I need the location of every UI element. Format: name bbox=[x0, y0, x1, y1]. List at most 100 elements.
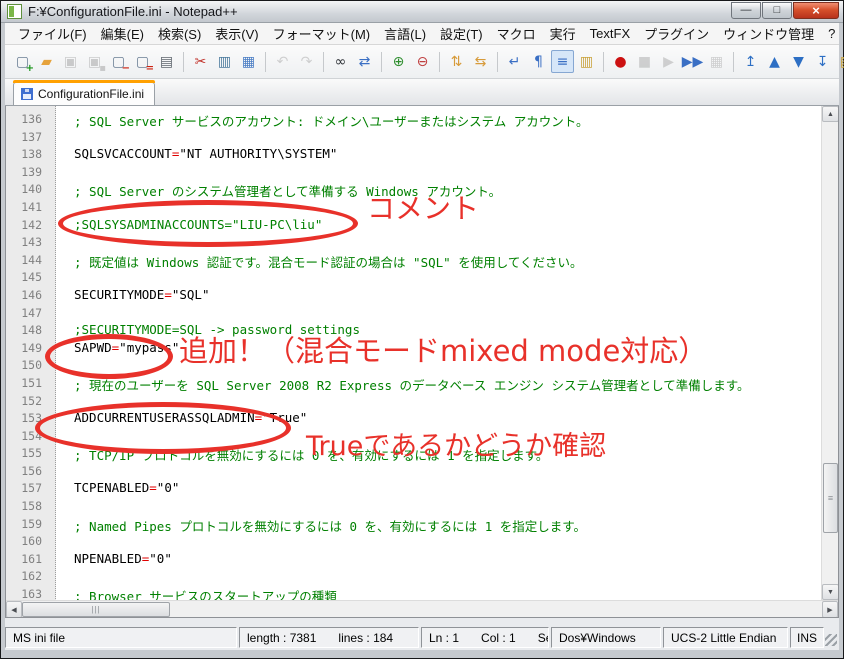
goto-up-button[interactable]: ▲ bbox=[763, 50, 786, 73]
macro-save-button: ▦ bbox=[705, 50, 728, 73]
find-icon: ∞ bbox=[335, 55, 347, 69]
line-text[interactable] bbox=[74, 428, 82, 443]
sync-horizontal-scroll-button[interactable]: ⇆ bbox=[469, 50, 492, 73]
indent-guide-button[interactable]: ≡ bbox=[551, 50, 574, 73]
goto-bottom-button[interactable]: ↧ bbox=[811, 50, 834, 73]
line-text[interactable]: ; Named Pipes プロトコルを無効にするには 0 を、有効にするには … bbox=[74, 516, 586, 535]
horizontal-scrollbar-thumb[interactable]: ||| bbox=[22, 602, 170, 617]
toolbar-groups: ▢+▰▣▣▪▢−▢=▤✂▥▦↶↷∞⇄⊕⊖⇅⇆↵¶≡▥●■▶▶▶▦↥▲▼↧▨ bbox=[11, 50, 844, 73]
line-text[interactable]: SECURITYMODE="SQL" bbox=[74, 287, 209, 302]
editor-line: 162 bbox=[6, 568, 821, 586]
menu-search[interactable]: 検索(S) bbox=[151, 23, 208, 44]
cut-button[interactable]: ✂ bbox=[189, 50, 212, 73]
zoom-out-button[interactable]: ⊖ bbox=[411, 50, 434, 73]
scroll-up-arrow[interactable]: ▲ bbox=[822, 106, 839, 122]
macro-run-multiple-button[interactable]: ▶▶ bbox=[681, 50, 704, 73]
line-text[interactable]: ; TCP/IP プロトコルを無効にするには 0 を、有効にするには 1 を指定… bbox=[74, 445, 548, 464]
horizontal-scrollbar[interactable]: ◀ ||| ▶ bbox=[6, 600, 838, 617]
close-all-button[interactable]: ▢= bbox=[131, 50, 154, 73]
line-text[interactable] bbox=[74, 199, 82, 214]
close-button[interactable]: × bbox=[793, 2, 839, 19]
scroll-left-arrow[interactable]: ◀ bbox=[6, 601, 22, 618]
menu-plugins[interactable]: プラグイン bbox=[637, 23, 716, 44]
line-text[interactable]: ADDCURRENTUSERASSQLADMIN="True" bbox=[74, 410, 307, 425]
line-text[interactable]: ; SQL Server サービスのアカウント: ドメイン\ユーザーまたはシステ… bbox=[74, 111, 589, 130]
plugin-doc-button[interactable]: ▨ bbox=[835, 50, 844, 73]
menu-language[interactable]: 言語(L) bbox=[377, 23, 433, 44]
copy-button[interactable]: ▥ bbox=[213, 50, 236, 73]
menu-settings[interactable]: 設定(T) bbox=[433, 23, 490, 44]
line-text[interactable] bbox=[74, 568, 82, 583]
notepadpp-window: F:¥ConfigurationFile.ini - Notepad++ — □… bbox=[0, 0, 844, 659]
macro-run-multiple-icon: ▶▶ bbox=[682, 55, 704, 69]
toolbar: ▢+▰▣▣▪▢−▢=▤✂▥▦↶↷∞⇄⊕⊖⇅⇆↵¶≡▥●■▶▶▶▦↥▲▼↧▨ » bbox=[5, 45, 839, 79]
replace-button[interactable]: ⇄ bbox=[353, 50, 376, 73]
line-number: 162 bbox=[6, 568, 48, 583]
menu-textfx[interactable]: TextFX bbox=[583, 23, 637, 44]
menu-view[interactable]: 表示(V) bbox=[208, 23, 265, 44]
print-button[interactable]: ▤ bbox=[155, 50, 178, 73]
tab-configurationfile-ini[interactable]: ConfigurationFile.ini bbox=[13, 82, 155, 105]
save-button: ▣ bbox=[59, 50, 82, 73]
line-text[interactable]: ; SQL Server のシステム管理者として準備する Windows アカウ… bbox=[74, 181, 501, 200]
line-text[interactable]: ; 現在のユーザーを SQL Server 2008 R2 Express のデ… bbox=[74, 375, 749, 394]
line-text[interactable] bbox=[74, 498, 82, 513]
paste-button[interactable]: ▦ bbox=[237, 50, 260, 73]
editor-line: 149SAPWD="mypass" bbox=[6, 340, 821, 358]
line-text[interactable] bbox=[74, 463, 82, 478]
vertical-scrollbar[interactable]: ▲ ≡ ▼ bbox=[821, 106, 838, 600]
line-text[interactable]: ; 既定値は Windows 認証です。混合モード認証の場合は "SQL" を使… bbox=[74, 252, 582, 271]
line-text[interactable] bbox=[74, 269, 82, 284]
ini-key: TCPENABLED bbox=[74, 480, 149, 495]
macro-record-button[interactable]: ● bbox=[609, 50, 632, 73]
editor-line: 151; 現在のユーザーを SQL Server 2008 R2 Express… bbox=[6, 375, 821, 393]
line-text[interactable]: NPENABLED="0" bbox=[74, 551, 172, 566]
open-file-button[interactable]: ▰ bbox=[35, 50, 58, 73]
toolbar-separator bbox=[265, 52, 266, 72]
resize-grip[interactable] bbox=[826, 627, 839, 648]
line-text[interactable]: SAPWD="mypass" bbox=[74, 340, 179, 355]
menu-macro[interactable]: マクロ bbox=[490, 23, 543, 44]
line-text[interactable] bbox=[74, 129, 82, 144]
minimize-button[interactable]: — bbox=[731, 2, 761, 19]
menu-format[interactable]: フォーマット(M) bbox=[266, 23, 378, 44]
doc-map-button[interactable]: ▥ bbox=[575, 50, 598, 73]
menu-help[interactable]: ? bbox=[821, 23, 842, 44]
maximize-button[interactable]: □ bbox=[762, 2, 792, 19]
line-text[interactable] bbox=[74, 164, 82, 179]
menu-edit[interactable]: 編集(E) bbox=[94, 23, 151, 44]
editor-pane[interactable]: 136; SQL Server サービスのアカウント: ドメイン\ユーザーまたは… bbox=[5, 106, 839, 618]
close-file-button[interactable]: ▢− bbox=[107, 50, 130, 73]
show-all-characters-button[interactable]: ¶ bbox=[527, 50, 550, 73]
sync-vertical-scroll-button[interactable]: ⇅ bbox=[445, 50, 468, 73]
line-text[interactable]: ;SECURITYMODE=SQL -> password settings bbox=[74, 322, 360, 337]
goto-top-button[interactable]: ↥ bbox=[739, 50, 762, 73]
new-file-button[interactable]: ▢+ bbox=[11, 50, 34, 73]
vertical-scrollbar-thumb[interactable]: ≡ bbox=[823, 463, 838, 533]
line-text[interactable]: ;SQLSYSADMINACCOUNTS="LIU-PC\liu" bbox=[74, 217, 322, 232]
line-number: 160 bbox=[6, 533, 48, 548]
line-text[interactable] bbox=[74, 393, 82, 408]
scroll-down-arrow[interactable]: ▼ bbox=[822, 584, 839, 600]
line-text[interactable]: TCPENABLED="0" bbox=[74, 480, 179, 495]
line-text[interactable] bbox=[74, 533, 82, 548]
window-frame: ファイル(F)編集(E)検索(S)表示(V)フォーマット(M)言語(L)設定(T… bbox=[1, 23, 843, 658]
word-wrap-button[interactable]: ↵ bbox=[503, 50, 526, 73]
editor-line: 142;SQLSYSADMINACCOUNTS="LIU-PC\liu" bbox=[6, 217, 821, 235]
line-text[interactable] bbox=[74, 357, 82, 372]
menu-run[interactable]: 実行 bbox=[543, 23, 583, 44]
goto-down-button[interactable]: ▼ bbox=[787, 50, 810, 73]
redo-icon: ↷ bbox=[301, 55, 313, 69]
menu-window-manage[interactable]: ウィンドウ管理 bbox=[716, 23, 821, 44]
menu-file[interactable]: ファイル(F) bbox=[11, 23, 94, 44]
zoom-in-button[interactable]: ⊕ bbox=[387, 50, 410, 73]
line-text[interactable] bbox=[74, 305, 82, 320]
line-number: 144 bbox=[6, 252, 48, 267]
line-text[interactable]: SQLSVCACCOUNT="NT AUTHORITY\SYSTEM" bbox=[74, 146, 337, 161]
comment-text: ;SQLSYSADMINACCOUNTS="LIU-PC\liu" bbox=[74, 217, 322, 232]
scroll-right-arrow[interactable]: ▶ bbox=[822, 601, 838, 618]
find-button[interactable]: ∞ bbox=[329, 50, 352, 73]
comment-text: ; SQL Server サービスのアカウント: ドメイン\ユーザーまたはシステ… bbox=[74, 114, 589, 129]
line-text[interactable] bbox=[74, 234, 82, 249]
editor-line: 148;SECURITYMODE=SQL -> password setting… bbox=[6, 322, 821, 340]
